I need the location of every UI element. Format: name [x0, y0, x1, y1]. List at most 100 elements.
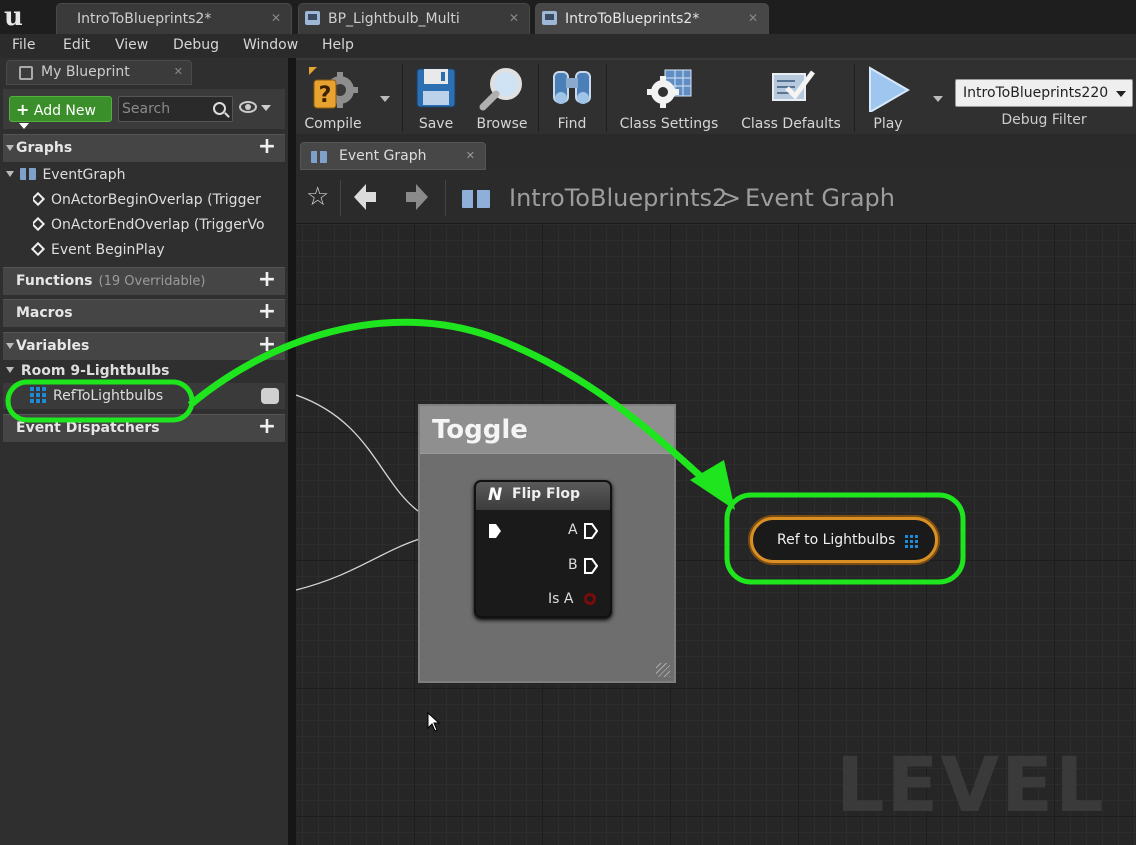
tree-item-eventgraph[interactable]: EventGraph — [6, 167, 126, 183]
object-array-output-pin[interactable] — [905, 534, 919, 548]
debug-filter-dropdown[interactable]: IntroToBlueprints220 — [955, 79, 1133, 107]
tree-item-event-begin-overlap[interactable]: OnActorBeginOverlap (Trigger — [33, 192, 273, 208]
tab-label: Event Graph — [339, 148, 427, 164]
event-diamond-icon — [33, 217, 46, 232]
flip-flop-node[interactable]: N Flip Flop A B Is A — [474, 480, 612, 618]
eye-icon[interactable] — [239, 101, 257, 113]
tab-label: My Blueprint — [41, 64, 130, 80]
compile-label: Compile — [304, 116, 362, 132]
play-button[interactable]: Play — [858, 66, 918, 132]
tree-item-label: OnActorBeginOverlap (Trigger — [51, 192, 261, 208]
class-defaults-button[interactable]: Class Defaults — [736, 66, 846, 132]
tree-item-event-begin-play[interactable]: Event BeginPlay — [30, 241, 165, 258]
document-tab-level-blueprint-1[interactable]: IntroToBlueprints2* ✕ — [56, 3, 292, 34]
close-icon[interactable]: ✕ — [174, 65, 183, 78]
graph-icon — [20, 168, 37, 180]
variable-item[interactable]: RefToLightbulbs — [30, 387, 163, 404]
menu-file[interactable]: File — [12, 37, 35, 53]
add-new-button[interactable]: + Add New — [9, 96, 112, 129]
tab-label: IntroToBlueprints2* — [77, 11, 212, 27]
section-label: Macros — [16, 305, 73, 321]
comment-title[interactable]: Toggle — [420, 406, 674, 454]
expand-arrow-icon[interactable] — [6, 367, 14, 373]
search-box[interactable] — [118, 96, 233, 122]
debug-filter-label: Debug Filter — [1001, 112, 1087, 128]
event-diamond-icon — [30, 241, 46, 257]
play-label: Play — [873, 116, 903, 132]
compile-button[interactable]: ? Compile — [302, 66, 364, 132]
exec-output-pin-b[interactable] — [584, 558, 598, 574]
add-graph-button[interactable]: + — [257, 136, 277, 158]
browse-button[interactable]: Browse — [472, 66, 532, 132]
graph-tab-bar: Event Graph ✕ — [296, 134, 1136, 170]
add-function-button[interactable]: + — [257, 269, 277, 291]
section-variables[interactable]: Variables + — [3, 332, 285, 360]
magnifier-icon — [479, 68, 522, 111]
find-button[interactable]: Find — [544, 66, 600, 132]
binoculars-icon — [553, 71, 591, 104]
plus-icon: + — [16, 100, 30, 119]
add-macro-button[interactable]: + — [257, 301, 277, 323]
blueprint-editor-window: u IntroToBlueprints2* ✕ BP_Lightbulb_Mul… — [0, 0, 1136, 845]
section-event-dispatchers[interactable]: Event Dispatchers + — [3, 414, 285, 442]
class-settings-button[interactable]: Class Settings — [614, 66, 724, 132]
close-icon[interactable]: ✕ — [748, 11, 758, 25]
menu-bar: File Edit View Debug Window Help — [0, 34, 1136, 58]
overridable-count: (19 Overridable) — [98, 274, 206, 289]
bool-output-pin[interactable] — [584, 593, 596, 605]
mouse-cursor-icon — [427, 712, 441, 732]
variable-row-reftolightbulbs[interactable]: RefToLightbulbs — [3, 383, 285, 409]
search-input[interactable] — [122, 100, 210, 118]
add-variable-button[interactable]: + — [257, 334, 277, 356]
my-blueprint-tab[interactable]: My Blueprint ✕ — [6, 60, 192, 85]
section-macros[interactable]: Macros + — [3, 299, 285, 327]
exec-input-pin[interactable] — [488, 523, 502, 539]
my-blueprint-panel: My Blueprint ✕ + Add New Graphs + EventG… — [0, 58, 288, 845]
tree-item-label: EventGraph — [42, 167, 126, 183]
close-icon[interactable]: ✕ — [271, 11, 281, 25]
blueprint-icon — [305, 11, 320, 25]
blueprint-panel-icon — [19, 66, 33, 80]
section-functions[interactable]: Functions (19 Overridable) + — [3, 267, 285, 295]
section-label: Functions — [16, 273, 93, 289]
expand-arrow-icon[interactable] — [6, 145, 14, 151]
add-event-dispatcher-button[interactable]: + — [257, 416, 277, 438]
close-icon[interactable]: ✕ — [466, 149, 475, 162]
tab-event-graph[interactable]: Event Graph ✕ — [300, 142, 486, 170]
menu-view[interactable]: View — [115, 37, 148, 53]
resize-grip-icon[interactable] — [656, 663, 670, 677]
visibility-toggle-icon[interactable] — [261, 388, 279, 404]
section-label: Graphs — [16, 140, 73, 156]
expand-arrow-icon[interactable] — [6, 343, 14, 349]
section-graphs[interactable]: Graphs + — [3, 134, 285, 162]
browse-label: Browse — [476, 116, 528, 132]
exec-output-pin-a[interactable] — [584, 523, 598, 539]
ref-to-lightbulbs-node[interactable]: Ref to Lightbulbs — [750, 517, 938, 563]
main-toolbar: ? Compile Save Browse Find Class Setting… — [296, 58, 1136, 134]
menu-window[interactable]: Window — [243, 37, 298, 53]
document-tab-level-blueprint-2[interactable]: IntroToBlueprints2* ✕ — [535, 3, 769, 34]
toolbar-separator — [538, 64, 539, 132]
chevron-down-icon[interactable] — [261, 105, 271, 111]
play-options-caret[interactable] — [933, 96, 943, 102]
expand-arrow-icon[interactable] — [6, 171, 14, 177]
variable-category-room9[interactable]: Room 9-Lightbulbs — [6, 363, 169, 379]
compile-options-caret[interactable] — [380, 96, 390, 102]
compile-icon: ? — [309, 67, 358, 109]
find-label: Find — [557, 116, 587, 132]
close-icon[interactable]: ✕ — [509, 11, 519, 25]
save-button[interactable]: Save — [410, 66, 462, 132]
event-graph-canvas[interactable]: ☆ IntroToBlueprints2 > Event Graph LEVEL… — [296, 170, 1136, 845]
class-settings-label: Class Settings — [619, 116, 719, 132]
toolbar-separator — [402, 64, 403, 132]
save-label: Save — [418, 116, 454, 132]
save-icon — [416, 68, 456, 108]
menu-edit[interactable]: Edit — [63, 37, 90, 53]
my-blueprint-toolbar: + Add New — [3, 89, 285, 129]
document-tab-bp-lightbulb[interactable]: BP_Lightbulb_Multi ✕ — [298, 3, 530, 34]
node-header[interactable]: N Flip Flop — [476, 482, 610, 510]
search-icon[interactable] — [213, 102, 226, 115]
menu-debug[interactable]: Debug — [173, 37, 219, 53]
menu-help[interactable]: Help — [322, 37, 354, 53]
tree-item-event-end-overlap[interactable]: OnActorEndOverlap (TriggerVo — [33, 217, 273, 233]
